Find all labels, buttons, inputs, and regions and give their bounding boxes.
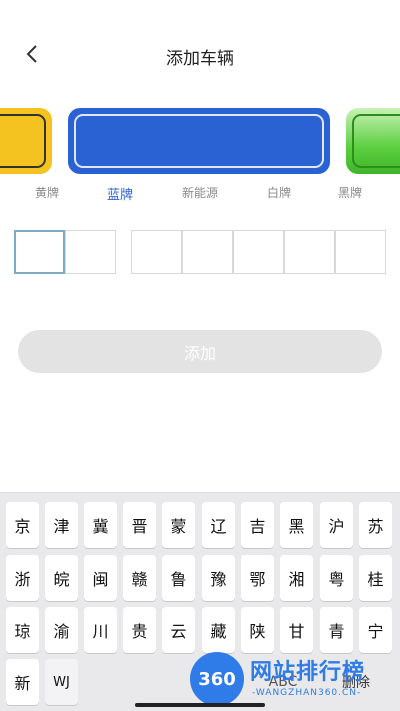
plate-cell-4[interactable] [182, 230, 233, 274]
plate-green[interactable] [346, 108, 400, 174]
key[interactable]: 粤 [320, 555, 353, 601]
tab-blue[interactable]: 蓝牌 [107, 184, 133, 203]
key[interactable]: 湘 [280, 555, 313, 601]
plate-cell-5[interactable] [233, 230, 284, 274]
key[interactable]: 辽 [202, 502, 235, 548]
key[interactable]: 贵 [123, 607, 156, 653]
key[interactable]: 苏 [359, 502, 392, 548]
plate-cell-1[interactable] [14, 230, 65, 274]
watermark-url: -WANGZHAN360.CN- [252, 688, 362, 698]
key-wj[interactable]: WJ [45, 659, 78, 705]
nav-bar: 添加车辆 [0, 0, 400, 80]
key[interactable]: 川 [84, 607, 117, 653]
key[interactable]: 豫 [202, 555, 235, 601]
key[interactable]: 云 [162, 607, 195, 653]
key[interactable]: 吉 [241, 502, 274, 548]
tab-white[interactable]: 白牌 [267, 184, 291, 201]
plate-carousel[interactable] [0, 104, 400, 176]
plate-cell-2[interactable] [65, 230, 116, 274]
watermark-badge: 360 [190, 652, 244, 706]
key[interactable]: 甘 [280, 607, 313, 653]
key[interactable]: 渝 [45, 607, 78, 653]
key[interactable]: 沪 [320, 502, 353, 548]
key[interactable]: 京 [6, 502, 39, 548]
watermark: 360 网站排行榜 -WANGZHAN360.CN- [190, 652, 400, 708]
key[interactable]: 琼 [6, 607, 39, 653]
key[interactable]: 黑 [280, 502, 313, 548]
key[interactable]: 津 [45, 502, 78, 548]
tab-black[interactable]: 黑牌 [338, 184, 362, 201]
plate-blue[interactable] [68, 108, 330, 174]
add-button[interactable]: 添加 [18, 330, 382, 373]
key[interactable]: 鄂 [241, 555, 274, 601]
plate-cell-7[interactable] [335, 230, 386, 274]
page-title: 添加车辆 [166, 49, 234, 69]
plate-cell-6[interactable] [284, 230, 335, 274]
home-indicator [135, 703, 265, 707]
key[interactable]: 陕 [241, 607, 274, 653]
tab-yellow[interactable]: 黄牌 [35, 184, 59, 201]
key[interactable]: 闽 [84, 555, 117, 601]
key[interactable]: 藏 [202, 607, 235, 653]
tab-new-energy[interactable]: 新能源 [182, 184, 218, 201]
key[interactable]: 宁 [359, 607, 392, 653]
key[interactable]: 浙 [6, 555, 39, 601]
plate-type-tabs: 黄牌 蓝牌 新能源 白牌 黑牌 [0, 184, 400, 206]
key[interactable]: 晋 [123, 502, 156, 548]
key[interactable]: 皖 [45, 555, 78, 601]
key[interactable]: 蒙 [162, 502, 195, 548]
plate-yellow[interactable] [0, 108, 52, 174]
key[interactable]: 赣 [123, 555, 156, 601]
key[interactable]: 冀 [84, 502, 117, 548]
key[interactable]: 青 [320, 607, 353, 653]
key[interactable]: 桂 [359, 555, 392, 601]
plate-cell-3[interactable] [131, 230, 182, 274]
key[interactable]: 新 [6, 659, 39, 705]
watermark-text: 网站排行榜 [250, 660, 366, 685]
key[interactable]: 鲁 [162, 555, 195, 601]
